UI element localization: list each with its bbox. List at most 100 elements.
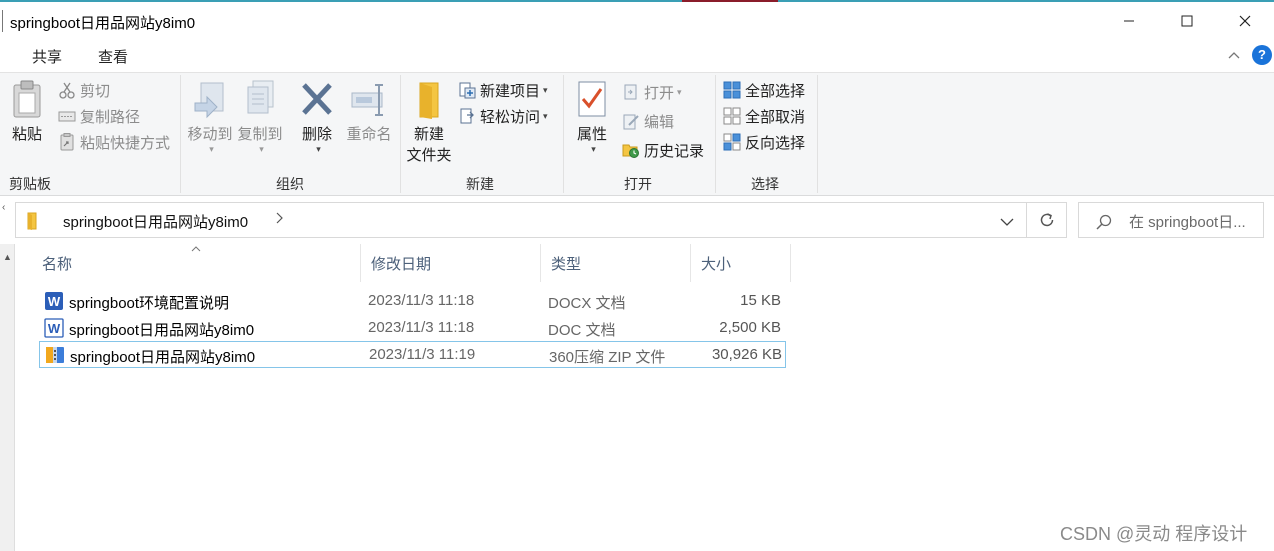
group-label-new: 新建 <box>466 176 494 192</box>
minimize-button[interactable] <box>1100 2 1158 40</box>
breadcrumb[interactable]: springboot日用品网站y8im0 <box>63 211 248 232</box>
new-folder-label-line1: 新建 <box>413 126 444 143</box>
select-all-icon <box>723 81 741 99</box>
group-divider <box>715 75 716 193</box>
maximize-button[interactable] <box>1158 2 1216 40</box>
close-icon <box>1239 15 1251 27</box>
select-none-label: 全部取消 <box>745 108 806 126</box>
new-folder-icon <box>419 82 439 119</box>
delete-label: 删除 <box>301 126 332 143</box>
scroll-up-icon[interactable]: ▲ <box>3 252 12 262</box>
file-size: 30,926 KB <box>711 346 782 363</box>
open-button[interactable]: 打开 ▾ <box>622 81 682 103</box>
rename-icon <box>351 84 383 116</box>
file-type: 360压缩 ZIP 文件 <box>549 349 666 366</box>
file-name: springboot环境配置说明 <box>69 295 230 312</box>
easy-access-icon <box>460 108 474 124</box>
column-header-name-label: 名称 <box>42 255 73 273</box>
file-type: DOC 文档 <box>548 322 616 339</box>
select-all-button[interactable]: 全部选择 <box>723 79 805 101</box>
edit-button[interactable]: 编辑 <box>622 110 674 132</box>
file-row[interactable]: W springboot环境配置说明 2023/11/3 11:18 DOCX … <box>39 288 786 315</box>
open-label: 打开 <box>644 84 675 102</box>
group-label-select: 选择 <box>751 176 779 192</box>
file-size: 2,500 KB <box>719 319 781 336</box>
select-none-button[interactable]: 全部取消 <box>723 105 805 127</box>
file-modified: 2023/11/3 11:18 <box>368 292 475 309</box>
tab-share[interactable]: 共享 <box>32 46 62 67</box>
title-bar: springboot日用品网站y8im0 <box>0 2 1274 40</box>
close-button[interactable] <box>1216 2 1274 40</box>
ribbon-tabs: 共享 查看 ? <box>0 40 1274 72</box>
new-item-button[interactable]: 新建项目 ▾ <box>458 79 548 101</box>
navigation-pane[interactable]: ▲ <box>0 244 15 551</box>
collapse-ribbon-icon[interactable] <box>1228 47 1240 62</box>
search-icon <box>1096 214 1112 230</box>
chevron-down-icon: ▾ <box>543 110 548 121</box>
invert-selection-label: 反向选择 <box>745 134 806 152</box>
file-modified: 2023/11/3 11:18 <box>368 319 475 336</box>
search-input[interactable]: 在 springboot日... <box>1078 202 1264 238</box>
cut-button[interactable]: 剪切 <box>58 79 110 101</box>
tab-view[interactable]: 查看 <box>98 46 128 67</box>
edit-label: 编辑 <box>644 113 675 131</box>
cut-label: 剪切 <box>80 82 111 100</box>
maximize-icon <box>1181 15 1193 27</box>
chevron-down-icon: ▾ <box>316 144 321 154</box>
file-type: DOCX 文档 <box>548 295 626 312</box>
address-bar[interactable]: springboot日用品网站y8im0 <box>15 202 1027 238</box>
properties-button[interactable]: 属性 ▾ <box>572 79 612 155</box>
refresh-button[interactable] <box>1027 202 1067 238</box>
copy-path-label: 复制路径 <box>80 108 141 126</box>
group-label-organize: 组织 <box>276 176 304 192</box>
column-header-name[interactable]: 名称 <box>32 244 361 282</box>
copy-to-icon <box>247 80 274 114</box>
move-to-icon <box>194 82 224 119</box>
copy-to-label: 复制到 <box>237 126 283 143</box>
copy-path-button[interactable]: 复制路径 <box>58 105 140 127</box>
paste-shortcut-label: 粘贴快捷方式 <box>80 134 171 152</box>
file-row[interactable]: W springboot日用品网站y8im0 2023/11/3 11:18 D… <box>39 315 786 342</box>
help-icon[interactable]: ? <box>1252 45 1272 65</box>
ribbon: 粘贴 剪切 复制路径 粘贴快捷方式 剪贴板 移动到 ▾ 复制到 ▾ 删除 ▾ 重… <box>0 72 1274 196</box>
chevron-down-icon: ▾ <box>209 144 214 154</box>
invert-selection-button[interactable]: 反向选择 <box>723 131 805 153</box>
properties-label: 属性 <box>576 126 607 143</box>
group-divider <box>180 75 181 193</box>
history-icon <box>622 144 639 158</box>
search-placeholder: 在 springboot日... <box>1129 214 1246 231</box>
column-header-modified[interactable]: 修改日期 <box>361 244 541 282</box>
minimize-icon <box>1124 20 1134 22</box>
group-divider <box>563 75 564 193</box>
svg-text:W: W <box>48 321 61 336</box>
open-file-icon <box>624 84 637 100</box>
new-item-icon <box>459 82 476 99</box>
folder-icon <box>27 212 37 230</box>
copy-path-icon <box>58 111 76 122</box>
file-modified: 2023/11/3 11:19 <box>369 346 476 363</box>
column-header-type[interactable]: 类型 <box>541 244 691 282</box>
file-list: 名称 修改日期 类型 大小 W springboot环境配置说明 2023/11… <box>15 244 1274 551</box>
copy-to-button[interactable]: 复制到 ▾ <box>236 79 284 155</box>
rename-button[interactable]: 重命名 <box>342 79 396 144</box>
paste-label: 粘贴 <box>11 126 42 143</box>
invert-selection-icon <box>723 133 741 151</box>
paste-button[interactable]: 粘贴 <box>8 79 46 144</box>
new-folder-button[interactable]: 新建 文件夹 <box>404 79 454 165</box>
file-row-selected[interactable]: springboot日用品网站y8im0 2023/11/3 11:19 360… <box>39 341 786 368</box>
breadcrumb-chevron-icon[interactable] <box>275 212 283 227</box>
history-label: 历史记录 <box>644 142 705 160</box>
history-button[interactable]: 历史记录 <box>622 139 704 161</box>
delete-button[interactable]: 删除 ▾ <box>296 79 338 155</box>
column-header-size[interactable]: 大小 <box>691 244 791 282</box>
title-separator <box>2 10 3 32</box>
paste-shortcut-button[interactable]: 粘贴快捷方式 <box>58 131 170 153</box>
move-to-button[interactable]: 移动到 ▾ <box>186 79 234 155</box>
chevron-down-icon: ▾ <box>543 84 548 95</box>
chevron-down-icon: ▾ <box>591 144 596 154</box>
select-none-icon <box>723 107 741 125</box>
address-dropdown-icon[interactable] <box>1000 214 1014 230</box>
easy-access-button[interactable]: 轻松访问 ▾ <box>458 105 548 127</box>
new-item-label: 新建项目 <box>480 82 541 100</box>
clipboard-icon <box>13 80 41 118</box>
